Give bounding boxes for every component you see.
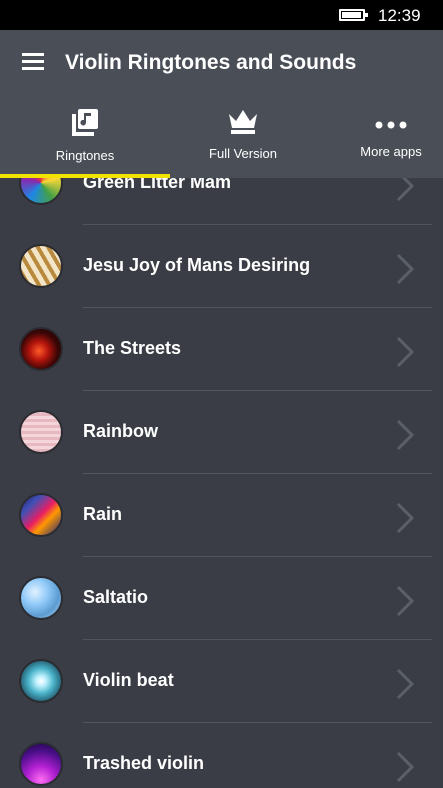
chevron-right-icon [395,419,415,456]
chevron-right-icon [395,336,415,373]
list-item[interactable]: Saltatio [0,557,443,640]
ringtone-title: Rain [83,504,123,524]
tab-ringtones[interactable]: Ringtones [40,104,130,174]
ringtone-list[interactable]: Green Litter Mam Jesu Joy of Mans Desiri… [0,178,443,788]
list-item[interactable]: The Streets [0,308,443,391]
ringtone-title: Jesu Joy of Mans Desiring [83,255,311,275]
app-header: Violin Ringtones and Sounds Ringtones Fu… [0,30,443,178]
hamburger-menu-icon[interactable] [22,53,44,71]
colorful-streaks-thumbnail [19,493,63,537]
glowing-orb-thumbnail [19,659,63,703]
tab-full-version-label: Full Version [209,146,277,161]
list-item[interactable]: Trashed violin [0,723,443,788]
blue-marble-thumbnail [19,576,63,620]
more-dots-icon [375,116,407,134]
ringtone-title: Rainbow [83,421,158,441]
ringtone-title: Violin beat [83,670,174,690]
ringtone-title: Saltatio [83,587,149,607]
music-playlist-icon [70,108,100,143]
status-time: 12:39 [378,6,421,25]
status-bar: 12:39 [0,0,443,30]
rainbow-swirl-thumbnail [19,178,63,205]
chevron-right-icon [395,178,415,207]
pink-texture-thumbnail [19,410,63,454]
crown-icon [228,108,258,139]
tab-more-apps-label: More apps [360,144,422,159]
chevron-right-icon [395,253,415,290]
list-item[interactable]: Green Litter Mam [0,178,443,225]
chevron-right-icon [395,751,415,788]
ringtone-title: Green Litter Mam [83,178,232,192]
purple-rays-thumbnail [19,742,63,786]
red-swirl-thumbnail [19,327,63,371]
chevron-right-icon [395,502,415,539]
diagonal-stripes-thumbnail [19,244,63,288]
chevron-right-icon [395,668,415,705]
ringtone-title: Trashed violin [83,753,205,773]
chevron-right-icon [395,585,415,622]
battery-icon [339,9,368,21]
list-item[interactable]: Rain [0,474,443,557]
list-item[interactable]: Rainbow [0,391,443,474]
ringtone-title: The Streets [83,338,182,358]
app-title: Violin Ringtones and Sounds [65,51,357,74]
tab-full-version[interactable]: Full Version [193,104,293,174]
list-item[interactable]: Violin beat [0,640,443,723]
list-item[interactable]: Jesu Joy of Mans Desiring [0,225,443,308]
tab-more-apps[interactable]: More apps [351,104,431,174]
tab-ringtones-label: Ringtones [55,148,115,163]
